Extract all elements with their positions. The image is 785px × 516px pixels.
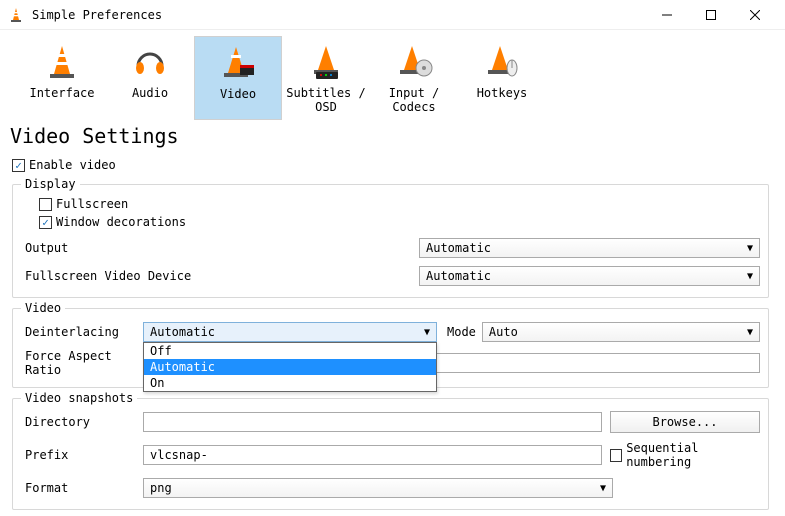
mode-select[interactable]: Auto ▼ [482, 322, 760, 342]
mode-label: Mode [437, 325, 482, 339]
force-aspect-label: Force Aspect Ratio [21, 349, 143, 377]
directory-label: Directory [21, 415, 143, 429]
tab-label: Hotkeys [460, 86, 544, 100]
tab-hotkeys[interactable]: Hotkeys [458, 36, 546, 120]
deinterlacing-label: Deinterlacing [21, 325, 143, 339]
chevron-down-icon: ▼ [747, 327, 753, 338]
directory-input[interactable] [143, 412, 602, 432]
deinterlacing-dropdown: Off Automatic On [143, 342, 437, 392]
fullscreen-label: Fullscreen [56, 197, 128, 211]
prefix-label: Prefix [21, 448, 143, 462]
tab-label: Audio [108, 86, 192, 100]
enable-video-checkbox[interactable] [12, 159, 25, 172]
snapshots-legend: Video snapshots [21, 391, 137, 405]
chevron-down-icon: ▼ [424, 327, 430, 338]
chevron-down-icon: ▼ [747, 243, 753, 254]
enable-video-label: Enable video [29, 158, 116, 172]
output-select[interactable]: Automatic ▼ [419, 238, 760, 258]
cone-clapper-icon [197, 41, 279, 85]
fullscreen-checkbox[interactable] [39, 198, 52, 211]
close-button[interactable] [733, 1, 777, 29]
tab-label: Interface [20, 86, 104, 100]
tab-input-codecs[interactable]: Input / Codecs [370, 36, 458, 120]
format-label: Format [21, 481, 143, 495]
cone-subtitle-icon [284, 40, 368, 84]
deinterlacing-option-off[interactable]: Off [144, 343, 436, 359]
tab-label: Video [197, 87, 279, 101]
fullscreen-device-label: Fullscreen Video Device [21, 269, 419, 283]
tab-video[interactable]: Video [194, 36, 282, 120]
window-title: Simple Preferences [32, 8, 645, 22]
browse-button[interactable]: Browse... [610, 411, 760, 433]
tab-label: Input / Codecs [372, 86, 456, 114]
headphones-icon [108, 40, 192, 84]
page-title: Video Settings [0, 120, 785, 156]
maximize-button[interactable] [689, 1, 733, 29]
cone-disc-icon [372, 40, 456, 84]
tab-label: Subtitles / OSD [284, 86, 368, 114]
deinterlacing-option-automatic[interactable]: Automatic [144, 359, 436, 375]
deinterlacing-select[interactable]: Automatic ▼ Off Automatic On [143, 322, 437, 342]
tab-interface[interactable]: Interface [18, 36, 106, 120]
output-label: Output [21, 241, 419, 255]
minimize-button[interactable] [645, 1, 689, 29]
vlc-cone-icon [8, 7, 24, 23]
deinterlacing-option-on[interactable]: On [144, 375, 436, 391]
cone-mouse-icon [460, 40, 544, 84]
prefix-input[interactable]: vlcsnap- [143, 445, 602, 465]
tab-audio[interactable]: Audio [106, 36, 194, 120]
chevron-down-icon: ▼ [600, 483, 606, 494]
window-decorations-checkbox[interactable] [39, 216, 52, 229]
chevron-down-icon: ▼ [747, 271, 753, 282]
display-legend: Display [21, 177, 80, 191]
fullscreen-device-select[interactable]: Automatic ▼ [419, 266, 760, 286]
format-select[interactable]: png ▼ [143, 478, 613, 498]
tab-subtitles[interactable]: Subtitles / OSD [282, 36, 370, 120]
sequential-numbering-checkbox[interactable] [610, 449, 622, 462]
window-decorations-label: Window decorations [56, 215, 186, 229]
video-legend: Video [21, 301, 65, 315]
cone-icon [20, 40, 104, 84]
sequential-numbering-label: Sequential numbering [626, 441, 760, 469]
